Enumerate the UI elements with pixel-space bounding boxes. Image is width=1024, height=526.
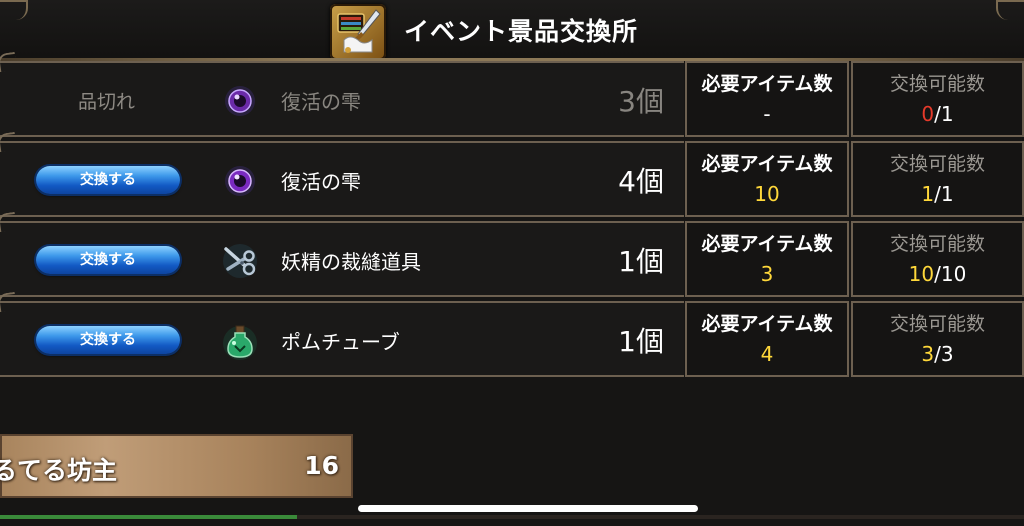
- row-main-panel: 交換する ポムチューブ 1個: [0, 301, 684, 377]
- home-indicator[interactable]: [358, 505, 698, 512]
- required-items-cell: 必要アイテム数 10: [685, 141, 849, 217]
- scissors-icon: [218, 239, 262, 283]
- available-current: 1: [921, 182, 935, 206]
- item-name: 復活の雫: [281, 170, 361, 194]
- sold-out-label: 品切れ: [78, 91, 136, 113]
- available-current: 10: [908, 262, 935, 286]
- header-corner-ornament-right: [996, 0, 1024, 20]
- potion-bottle-icon: [218, 319, 262, 363]
- exchange-available-cell: 交換可能数 1/1: [851, 141, 1024, 217]
- available-max: 10: [940, 262, 967, 286]
- required-items-value: 3: [760, 262, 774, 286]
- required-items-label: 必要アイテム数: [701, 73, 833, 95]
- row-main-panel: 交換する 妖精の裁縫道具 1個: [0, 221, 684, 297]
- available-separator: /: [934, 262, 941, 286]
- available-max: 3: [940, 342, 954, 366]
- available-current: 0: [921, 102, 935, 126]
- event-item-label: るてる坊主: [0, 456, 118, 485]
- exchange-button[interactable]: 交換する: [36, 326, 180, 354]
- event-item-counter: るてる坊主 16: [0, 434, 353, 498]
- exchange-row: 品切れ 復活の雫 3個 必要アイテム数 - 交換可能数 0/1: [0, 61, 1024, 137]
- available-max: 1: [940, 102, 954, 126]
- item-name: 復活の雫: [281, 90, 361, 114]
- exchange-row: 交換する ポムチューブ 1個 必要アイテム数 4 交換可能数 3/3: [0, 301, 1024, 377]
- available-separator: /: [934, 342, 941, 366]
- required-items-label: 必要アイテム数: [701, 313, 833, 335]
- item-count: 1個: [618, 245, 664, 278]
- exchange-available-value: 10/10: [853, 262, 1022, 286]
- item-count: 1個: [618, 325, 664, 358]
- exchange-row: 交換する 復活の雫 4個 必要アイテム数 10 交換可能数 1/1: [0, 141, 1024, 217]
- item-name: 妖精の裁縫道具: [281, 250, 421, 274]
- bottom-progress-fill: [0, 515, 297, 519]
- exchange-available-cell: 交換可能数 10/10: [851, 221, 1024, 297]
- page-title: イベント景品交換所: [404, 17, 639, 46]
- item-count: 3個: [618, 85, 664, 118]
- header-bar: イベント景品交換所: [0, 0, 1024, 62]
- exchange-button[interactable]: 交換する: [36, 166, 180, 194]
- required-items-value: 4: [760, 342, 774, 366]
- header-corner-ornament-left: [0, 0, 28, 20]
- required-items-value: -: [763, 102, 771, 126]
- exchange-available-label: 交換可能数: [889, 313, 985, 335]
- purple-orb-icon: [218, 79, 262, 123]
- event-exchange-screen: イベント景品交換所 品切れ 復活の雫 3個 必要アイテム数 - 交換可能数 0/…: [0, 0, 1024, 526]
- available-separator: /: [934, 102, 941, 126]
- exchange-available-label: 交換可能数: [889, 153, 985, 175]
- event-shop-icon: [330, 4, 386, 60]
- exchange-available-cell: 交換可能数 0/1: [851, 61, 1024, 137]
- required-items-cell: 必要アイテム数 -: [685, 61, 849, 137]
- exchange-row: 交換する 妖精の裁縫道具 1個 必要アイテム数 3 交換可能数 10/10: [0, 221, 1024, 297]
- exchange-available-value: 0/1: [853, 102, 1022, 126]
- event-item-value: 16: [304, 451, 339, 480]
- item-count: 4個: [618, 165, 664, 198]
- available-max: 1: [940, 182, 954, 206]
- exchange-available-value: 1/1: [853, 182, 1022, 206]
- available-current: 3: [921, 342, 935, 366]
- purple-orb-icon: [218, 159, 262, 203]
- required-items-label: 必要アイテム数: [701, 153, 833, 175]
- exchange-available-value: 3/3: [853, 342, 1022, 366]
- exchange-available-label: 交換可能数: [889, 73, 985, 95]
- exchange-available-label: 交換可能数: [889, 233, 985, 255]
- required-items-value: 10: [754, 182, 780, 206]
- available-separator: /: [934, 182, 941, 206]
- exchange-button[interactable]: 交換する: [36, 246, 180, 274]
- required-items-cell: 必要アイテム数 4: [685, 301, 849, 377]
- row-main-panel: 交換する 復活の雫 4個: [0, 141, 684, 217]
- exchange-available-cell: 交換可能数 3/3: [851, 301, 1024, 377]
- required-items-cell: 必要アイテム数 3: [685, 221, 849, 297]
- required-items-label: 必要アイテム数: [701, 233, 833, 255]
- row-main-panel: 品切れ 復活の雫 3個: [0, 61, 684, 137]
- item-name: ポムチューブ: [281, 330, 400, 354]
